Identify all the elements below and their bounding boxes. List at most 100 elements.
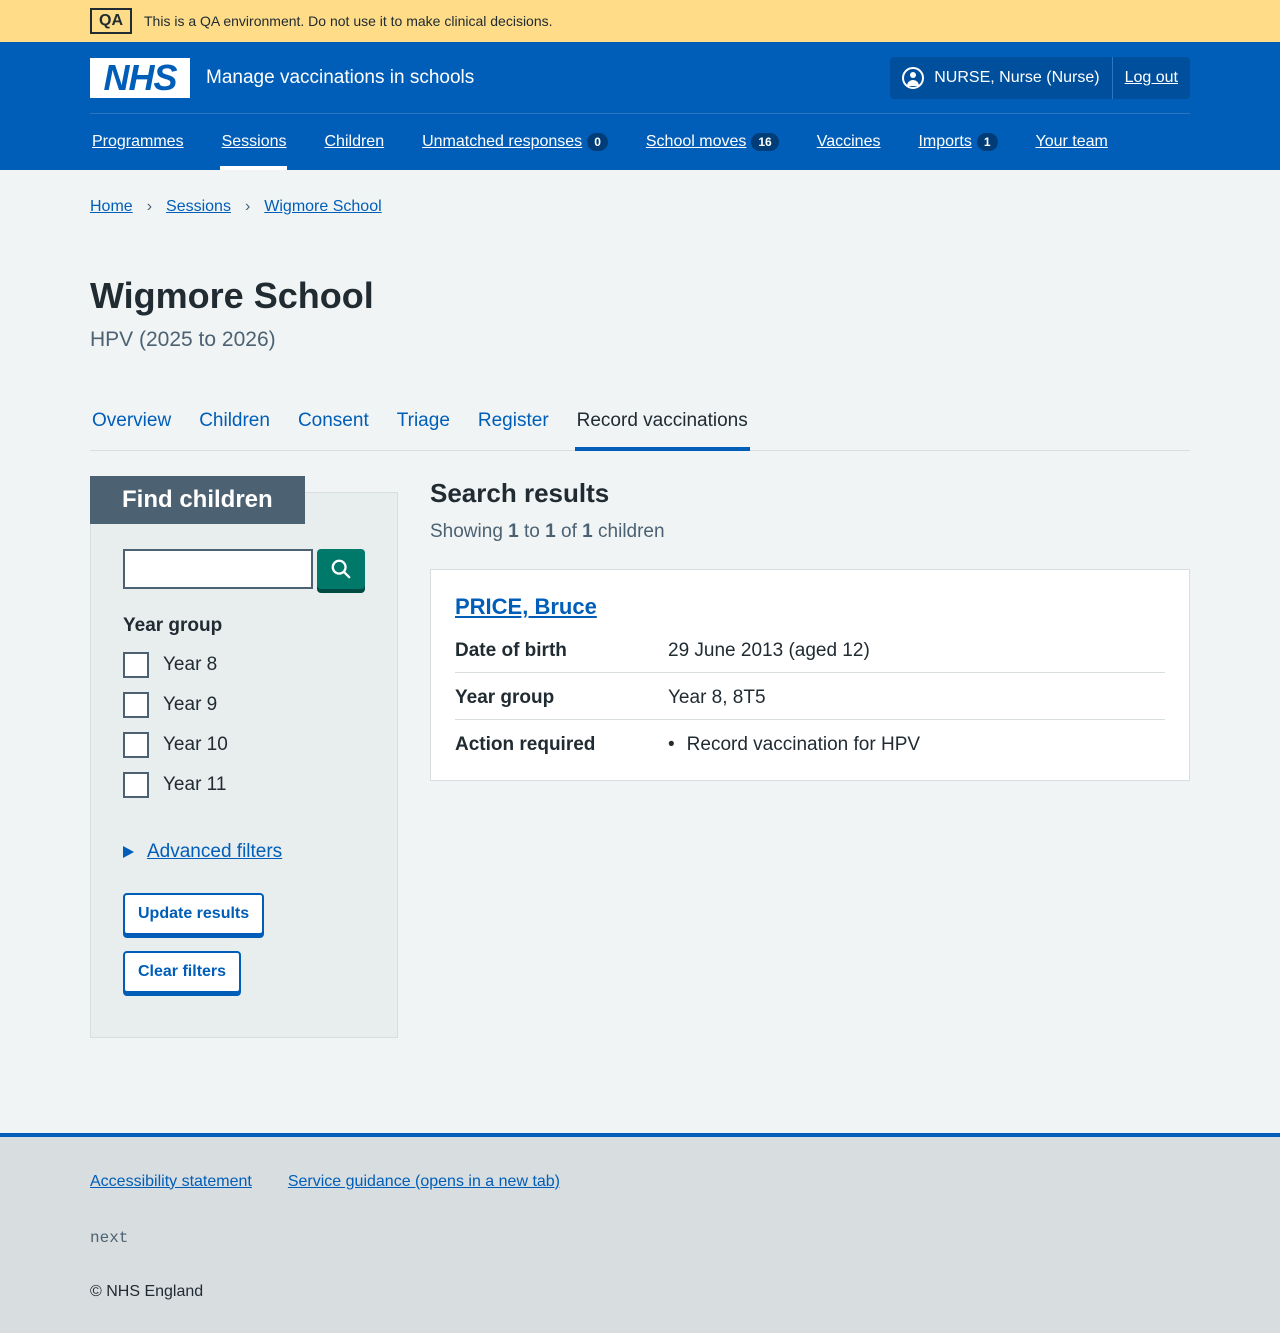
primary-nav: Programmes Sessions Children Unmatched r…: [90, 114, 1190, 170]
account-user-name: NURSE, Nurse (Nurse): [934, 68, 1100, 86]
version-label: next: [90, 1228, 129, 1247]
logout-link[interactable]: Log out: [1113, 69, 1190, 87]
tab-record-vaccinations[interactable]: Record vaccinations: [574, 392, 750, 451]
nav-programmes[interactable]: Programmes: [90, 114, 184, 170]
child-name-link[interactable]: PRICE, Bruce: [455, 594, 597, 619]
nav-your-team[interactable]: Your team: [1034, 114, 1108, 170]
nav-label[interactable]: Programmes: [92, 133, 184, 151]
search-icon: [331, 559, 351, 578]
nav-label[interactable]: Your team: [1036, 133, 1108, 151]
tab-children[interactable]: Children: [197, 392, 272, 450]
year-10-checkbox[interactable]: [123, 731, 149, 758]
tab-label[interactable]: Triage: [397, 410, 450, 432]
service-name[interactable]: Manage vaccinations in schools: [206, 67, 474, 89]
action-item: Record vaccination for HPV: [668, 734, 920, 756]
results-count: Showing 1 to 1 of 1 children: [430, 521, 1190, 543]
nav-school-moves[interactable]: School moves 16: [644, 114, 779, 170]
results-heading: Search results: [430, 477, 610, 508]
tab-consent[interactable]: Consent: [296, 392, 371, 450]
tab-register[interactable]: Register: [476, 392, 551, 450]
tab-label[interactable]: Children: [199, 410, 270, 432]
checkbox-label[interactable]: Year 9: [163, 694, 217, 716]
year-8-option[interactable]: Year 8: [123, 651, 365, 678]
checkbox-label[interactable]: Year 10: [163, 734, 228, 756]
session-tabs: Overview Children Consent Triage Registe…: [90, 392, 1190, 451]
nav-label[interactable]: Unmatched responses: [422, 133, 582, 151]
account-menu: NURSE, Nurse (Nurse) Log out: [890, 56, 1190, 99]
showing-noun: children: [598, 520, 665, 542]
table-row: Action required Record vaccination for H…: [455, 720, 1165, 766]
nav-sessions[interactable]: Sessions: [219, 114, 287, 170]
breadcrumb: Home › Sessions › Wigmore School: [90, 170, 1190, 216]
nav-unmatched-responses[interactable]: Unmatched responses 0: [420, 114, 608, 170]
qa-banner: QA This is a QA environment. Do not use …: [0, 0, 1280, 42]
advanced-filters-link[interactable]: Advanced filters: [147, 841, 282, 863]
tab-label: Record vaccinations: [576, 409, 748, 431]
year-10-option[interactable]: Year 10: [123, 731, 365, 758]
child-card: PRICE, Bruce Date of birth 29 June 2013 …: [430, 568, 1190, 781]
checkbox-label[interactable]: Year 11: [163, 774, 226, 796]
update-results-button[interactable]: Update results: [123, 892, 265, 935]
copyright: © NHS England: [90, 1282, 204, 1300]
search-results: Search results Showing 1 to 1 of 1 child…: [430, 476, 1190, 1038]
table-row: Date of birth 29 June 2013 (aged 12): [455, 634, 1165, 673]
year-11-option[interactable]: Year 11: [123, 771, 365, 798]
showing-text: Showing: [430, 520, 503, 542]
tab-label[interactable]: Consent: [298, 410, 369, 432]
tab-label[interactable]: Overview: [92, 410, 171, 432]
table-row: Year group Year 8, 8T5: [455, 673, 1165, 720]
checkbox-label[interactable]: Year 8: [163, 654, 217, 676]
accessibility-link[interactable]: Accessibility statement: [90, 1173, 252, 1191]
search-input[interactable]: [123, 548, 313, 589]
breadcrumb-sessions[interactable]: Sessions: [166, 198, 231, 216]
nav-count: 0: [587, 133, 608, 151]
page-title: Wigmore School: [90, 275, 374, 316]
main-content: Home › Sessions › Wigmore School Wigmore…: [90, 170, 1190, 1038]
nav-imports[interactable]: Imports 1: [916, 114, 998, 170]
chevron-right-icon: ›: [244, 198, 251, 215]
nav-label[interactable]: Imports: [918, 133, 971, 151]
year-group-legend: Year group: [123, 614, 223, 636]
service-guidance-link[interactable]: Service guidance (opens in a new tab): [288, 1173, 560, 1191]
showing-total: 1: [582, 520, 593, 542]
nhs-logo[interactable]: NHS: [90, 56, 190, 98]
nav-label[interactable]: Vaccines: [817, 133, 881, 151]
nav-label[interactable]: School moves: [646, 133, 747, 151]
row-key: Year group: [455, 686, 555, 708]
row-key: Date of birth: [455, 639, 567, 661]
qa-tag: QA: [90, 8, 132, 34]
breadcrumb-school[interactable]: Wigmore School: [264, 198, 381, 216]
user-icon: [902, 66, 925, 89]
filters-panel: Find children Year group Year 8 Year 9 Y…: [90, 475, 398, 1038]
year-9-option[interactable]: Year 9: [123, 691, 365, 718]
advanced-filters-toggle[interactable]: Advanced filters: [123, 841, 365, 863]
row-value: Record vaccination for HPV: [668, 734, 920, 756]
showing-of-word: of: [561, 520, 577, 542]
qa-banner-text: This is a QA environment. Do not use it …: [144, 13, 553, 29]
clear-filters-button[interactable]: Clear filters: [123, 950, 242, 993]
nav-label[interactable]: Sessions: [222, 133, 287, 151]
showing-from: 1: [508, 520, 519, 542]
nav-label[interactable]: Children: [325, 133, 385, 151]
showing-to-word: to: [524, 520, 540, 542]
nhs-logo-text: NHS: [103, 56, 177, 98]
nav-children[interactable]: Children: [323, 114, 385, 170]
site-footer: Accessibility statement Service guidance…: [0, 1132, 1280, 1333]
nav-vaccines[interactable]: Vaccines: [815, 114, 881, 170]
page-caption: HPV (2025 to 2026): [90, 327, 276, 351]
tab-label[interactable]: Register: [478, 410, 549, 432]
chevron-right-icon: ›: [146, 198, 153, 215]
filters-heading: Find children: [90, 475, 305, 524]
tab-overview[interactable]: Overview: [90, 392, 173, 450]
row-value: 29 June 2013 (aged 12): [668, 639, 870, 661]
year-11-checkbox[interactable]: [123, 771, 149, 798]
nav-count: 1: [976, 133, 998, 151]
tab-triage[interactable]: Triage: [395, 392, 452, 450]
year-9-checkbox[interactable]: [123, 691, 149, 718]
breadcrumb-home[interactable]: Home: [90, 198, 133, 216]
account-user: NURSE, Nurse (Nurse): [890, 56, 1113, 99]
triangle-right-icon: [123, 845, 134, 858]
year-8-checkbox[interactable]: [123, 651, 149, 678]
search-button[interactable]: [317, 548, 365, 589]
row-key: Action required: [455, 733, 596, 755]
